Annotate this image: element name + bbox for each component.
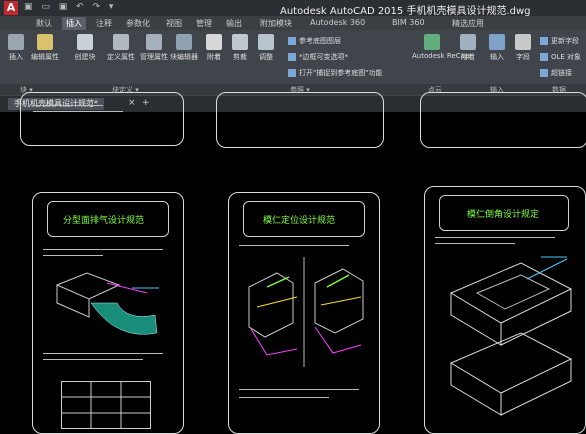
- field-icon: [515, 34, 531, 50]
- page-title: 分型面排气设计规范: [63, 216, 145, 226]
- layers-icon: [288, 37, 296, 45]
- snap-icon: [288, 69, 296, 77]
- text-line: [43, 249, 163, 250]
- import-icon: [489, 34, 505, 50]
- tab-featured-apps[interactable]: 精选应用: [448, 17, 488, 30]
- hyperlink-option[interactable]: 超链接: [540, 68, 572, 78]
- tab-bim-360[interactable]: BIM 360: [388, 17, 429, 28]
- text-line: [239, 245, 349, 246]
- drawing-page-2: 模仁定位设计规范: [228, 192, 380, 434]
- recap-button[interactable]: Autodesk ReCap: [412, 34, 469, 60]
- mold-drawing: [55, 272, 159, 335]
- drawing-page-1: 分型面排气设计规范: [32, 192, 184, 434]
- text-line: [435, 237, 555, 238]
- create-block-button[interactable]: 创建块: [70, 34, 100, 62]
- text-line: [43, 353, 163, 354]
- import-button[interactable]: 输入: [486, 34, 508, 62]
- text-line: [43, 255, 103, 256]
- clip-button[interactable]: 剪裁: [228, 34, 252, 62]
- drawing-page: [20, 92, 184, 146]
- create-block-icon: [77, 34, 93, 50]
- recap-icon: [424, 34, 440, 50]
- snap-underlay-option[interactable]: 打开"捕捉到参考底图"功能: [288, 68, 382, 78]
- text-line: [43, 359, 143, 360]
- update-icon: [540, 37, 548, 45]
- autocad-logo-icon[interactable]: A: [4, 1, 18, 15]
- tab-manage[interactable]: 管理: [192, 17, 216, 30]
- title-bar: A ▣ ▭ ▣ ↶ ↷ ▾ Autodesk AutoCAD 2015 手机机壳…: [0, 0, 586, 17]
- field-button[interactable]: 字段: [512, 34, 534, 62]
- drawing-canvas[interactable]: 分型面排气设计规范 模仁定位设计规范 模仁倒角设计规定: [0, 92, 586, 434]
- insert-icon: [8, 34, 24, 50]
- attach-pointcloud-button[interactable]: 附着: [456, 34, 480, 62]
- manage-attribute-icon: [146, 34, 162, 50]
- page-title: 模仁倒角设计规定: [467, 210, 540, 220]
- quick-access-toolbar[interactable]: ▣ ▭ ▣ ↶ ↷ ▾: [24, 2, 116, 12]
- locating-drawing: [248, 257, 364, 367]
- edit-attribute-icon: [37, 34, 53, 50]
- page-title: 模仁定位设计规范: [263, 216, 336, 226]
- edit-attribute-button[interactable]: 编辑属性: [30, 34, 60, 62]
- text-line: [33, 105, 103, 106]
- frame-icon: [288, 53, 296, 61]
- chamfer-drawing: [449, 256, 573, 416]
- adjust-button[interactable]: 调整: [254, 34, 278, 62]
- ole-object-option[interactable]: OLE 对象: [540, 52, 581, 62]
- tab-parametric[interactable]: 参数化: [122, 17, 154, 30]
- ribbon-tab-bar: 默认 插入 注释 参数化 视图 管理 输出 附加模块 Autodesk 360 …: [0, 16, 586, 30]
- text-line: [239, 397, 329, 398]
- adjust-icon: [258, 34, 274, 50]
- tab-default[interactable]: 默认: [32, 17, 56, 30]
- tab-output[interactable]: 输出: [222, 17, 246, 30]
- tab-autodesk-360[interactable]: Autodesk 360: [306, 17, 369, 28]
- hyperlink-icon: [540, 69, 548, 77]
- insert-block-button[interactable]: 插入: [4, 34, 28, 62]
- underlay-layers-option[interactable]: 参考底图图层: [288, 36, 341, 46]
- block-editor-button[interactable]: 块编辑器: [170, 34, 198, 62]
- frame-variable-option[interactable]: *边框可变选项*: [288, 52, 348, 62]
- text-line: [33, 111, 123, 112]
- update-fields-option[interactable]: 更新字段: [540, 36, 579, 46]
- spec-table: [61, 381, 151, 429]
- drawing-page: [216, 92, 384, 148]
- text-line: [435, 243, 515, 244]
- tab-addins[interactable]: 附加模块: [256, 17, 296, 30]
- window-title: Autodesk AutoCAD 2015 手机机壳模具设计规范.dwg: [280, 6, 531, 17]
- manage-attribute-button[interactable]: 管理属性: [140, 34, 168, 62]
- define-attribute-icon: [113, 34, 129, 50]
- text-line: [239, 389, 359, 390]
- define-attribute-button[interactable]: 定义属性: [104, 34, 138, 62]
- attach-button[interactable]: 附着: [202, 34, 226, 62]
- tab-view[interactable]: 视图: [162, 17, 186, 30]
- block-editor-icon: [176, 34, 192, 50]
- pointcloud-icon: [460, 34, 476, 50]
- ole-icon: [540, 53, 548, 61]
- drawing-page: [420, 92, 586, 148]
- tab-annotate[interactable]: 注释: [92, 17, 116, 30]
- drawing-page-3: 模仁倒角设计规定: [424, 186, 586, 434]
- clip-icon: [232, 34, 248, 50]
- tab-insert[interactable]: 插入: [62, 17, 86, 30]
- attach-icon: [206, 34, 222, 50]
